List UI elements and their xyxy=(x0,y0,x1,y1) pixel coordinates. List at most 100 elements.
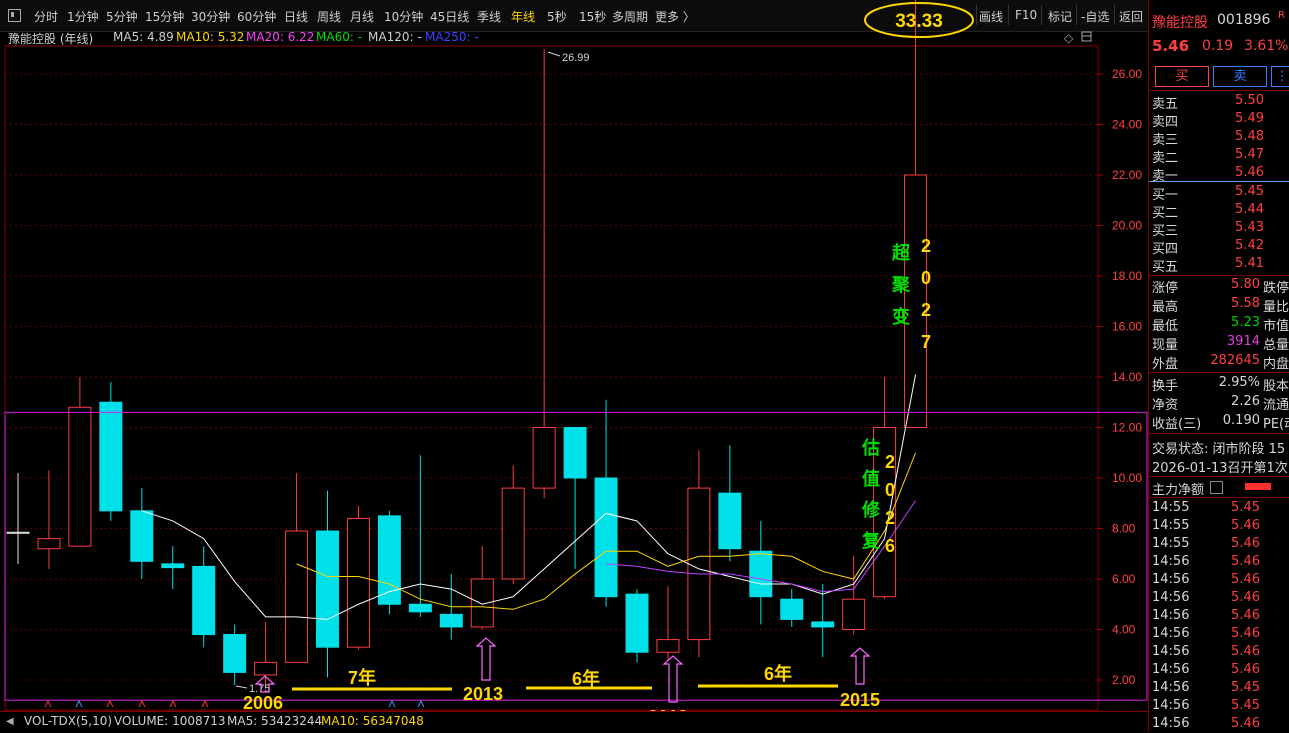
row-value: 5.47 xyxy=(1235,147,1264,162)
vertical-caption: 估 xyxy=(861,437,880,458)
tick-price: 5.45 xyxy=(1231,698,1260,713)
divider xyxy=(1149,372,1289,373)
main-flow-label: 主力净额 xyxy=(1152,483,1205,498)
candle-body xyxy=(223,634,247,673)
tick-price: 5.45 xyxy=(1231,680,1260,695)
vertical-caption: 超 xyxy=(892,242,911,263)
event-marker-icon xyxy=(417,699,425,708)
row-extra-label: 流通 xyxy=(1263,398,1289,413)
candle-body xyxy=(346,517,370,648)
high-price-label: 26.99 xyxy=(562,52,590,64)
row-value: 5.45 xyxy=(1235,184,1264,199)
candle-body xyxy=(99,401,123,512)
divider xyxy=(1149,90,1289,91)
up-arrow-icon xyxy=(662,655,684,703)
row-extra-label: 量比 xyxy=(1263,300,1289,315)
candle-body xyxy=(37,538,61,550)
event-marker-icon xyxy=(44,699,52,708)
price-change-pct: 3.61% xyxy=(1244,38,1289,54)
vertical-caption: 复 xyxy=(861,530,881,551)
vertical-caption: 变 xyxy=(892,306,910,327)
candle-body xyxy=(192,565,216,636)
ask-row: 卖三 5.48 xyxy=(1151,129,1289,148)
tick-row: 14:55 5.46 xyxy=(1151,536,1289,554)
tick-price: 5.46 xyxy=(1231,518,1260,533)
event-marker-icon xyxy=(201,699,209,708)
tick-row: 14:56 5.46 xyxy=(1151,662,1289,680)
volume-indicator-name[interactable]: VOL-TDX(5,10) xyxy=(24,714,112,728)
row-value: 5.49 xyxy=(1235,111,1264,126)
event-marker-icon xyxy=(106,699,114,708)
tick-row: 14:55 5.45 xyxy=(1151,500,1289,518)
y-tick-label: 16.00 xyxy=(1112,320,1142,334)
vertical-caption: 修 xyxy=(861,499,881,520)
list-icon[interactable] xyxy=(1210,481,1223,494)
scroll-icon[interactable]: ◀ xyxy=(6,716,14,727)
vertical-year: 7 xyxy=(921,332,931,352)
high-price-pointer xyxy=(547,51,561,57)
row-value: 5.80 xyxy=(1231,277,1260,292)
candle-body xyxy=(130,510,154,562)
vertical-year: 0 xyxy=(885,480,895,500)
row-value: 5.48 xyxy=(1235,129,1264,144)
volume-ma5: MA5: 53423244 xyxy=(227,714,323,728)
y-tick-label: 18.00 xyxy=(1112,269,1142,283)
up-arrow-icon xyxy=(475,637,497,681)
sell-button[interactable]: 卖 xyxy=(1213,66,1267,87)
ask-row: 卖四 5.49 xyxy=(1151,111,1289,130)
row-extra-label: 内盘 xyxy=(1263,357,1289,372)
event-marker-icon xyxy=(138,699,146,708)
candle-body xyxy=(532,427,556,489)
kline-chart[interactable]: 26.0024.0022.0020.0018.0016.0014.0012.00… xyxy=(0,0,1148,711)
candle-body xyxy=(811,621,835,628)
price-change: 0.19 xyxy=(1202,38,1234,54)
vertical-year: 2 xyxy=(921,236,931,256)
more-trade-button[interactable]: ⋮ xyxy=(1271,66,1289,87)
row-extra-label: 跌停 xyxy=(1263,281,1289,296)
span-label: 6年 xyxy=(764,663,792,684)
y-tick-label: 2.00 xyxy=(1112,673,1136,687)
candle-body xyxy=(749,550,773,598)
tick-row: 14:56 5.46 xyxy=(1151,608,1289,626)
row-value: 5.44 xyxy=(1235,202,1264,217)
vertical-year: 2 xyxy=(885,452,895,472)
meeting-notice[interactable]: 2026-01-13召开第1次 xyxy=(1152,457,1288,476)
stat-row: 现量 3914 总量 xyxy=(1151,334,1289,353)
tick-row: 14:56 5.45 xyxy=(1151,680,1289,698)
row-value: 5.41 xyxy=(1235,256,1264,271)
stat-row: 最低 5.23 市值 xyxy=(1151,315,1289,334)
tick-price: 5.46 xyxy=(1231,572,1260,587)
event-marker-icon xyxy=(169,699,177,708)
row-value: 5.23 xyxy=(1231,315,1260,330)
vertical-year: 2 xyxy=(921,300,931,320)
y-tick-label: 4.00 xyxy=(1112,623,1136,637)
y-tick-label: 12.00 xyxy=(1112,421,1142,435)
tick-price: 5.45 xyxy=(1231,500,1260,515)
y-tick-label: 24.00 xyxy=(1112,118,1142,132)
y-tick-label: 6.00 xyxy=(1112,572,1136,586)
candle-body xyxy=(316,530,339,648)
span-label: 7年 xyxy=(348,667,376,688)
stat-row: 收益(三)0.190PE(动 xyxy=(1151,413,1289,432)
candle-body xyxy=(718,492,742,550)
row-extra-label: PE(动 xyxy=(1263,417,1289,432)
candle-body xyxy=(285,530,309,663)
bid-row: 买五 5.41 xyxy=(1151,256,1289,275)
plot-frame xyxy=(4,45,1099,711)
flow-bar xyxy=(1245,483,1271,490)
candle-body xyxy=(470,578,494,628)
tick-price: 5.46 xyxy=(1231,716,1260,731)
row-value: 2.95% xyxy=(1218,375,1260,390)
row-value: 3914 xyxy=(1226,334,1260,349)
stat-row: 净资 2.26 流通 xyxy=(1151,394,1289,413)
bid-row: 买三 5.43 xyxy=(1151,220,1289,239)
diamond-icon: ◇ xyxy=(1064,31,1074,45)
year-label: 2013 xyxy=(463,684,503,704)
y-tick-label: 26.00 xyxy=(1112,67,1142,81)
tick-price: 5.46 xyxy=(1231,536,1260,551)
divider xyxy=(1149,433,1289,434)
bid-row: 买四 5.42 xyxy=(1151,238,1289,257)
row-extra-label: 股本 xyxy=(1263,379,1289,394)
event-marker-icon xyxy=(75,699,83,708)
buy-button[interactable]: 买 xyxy=(1155,66,1209,87)
